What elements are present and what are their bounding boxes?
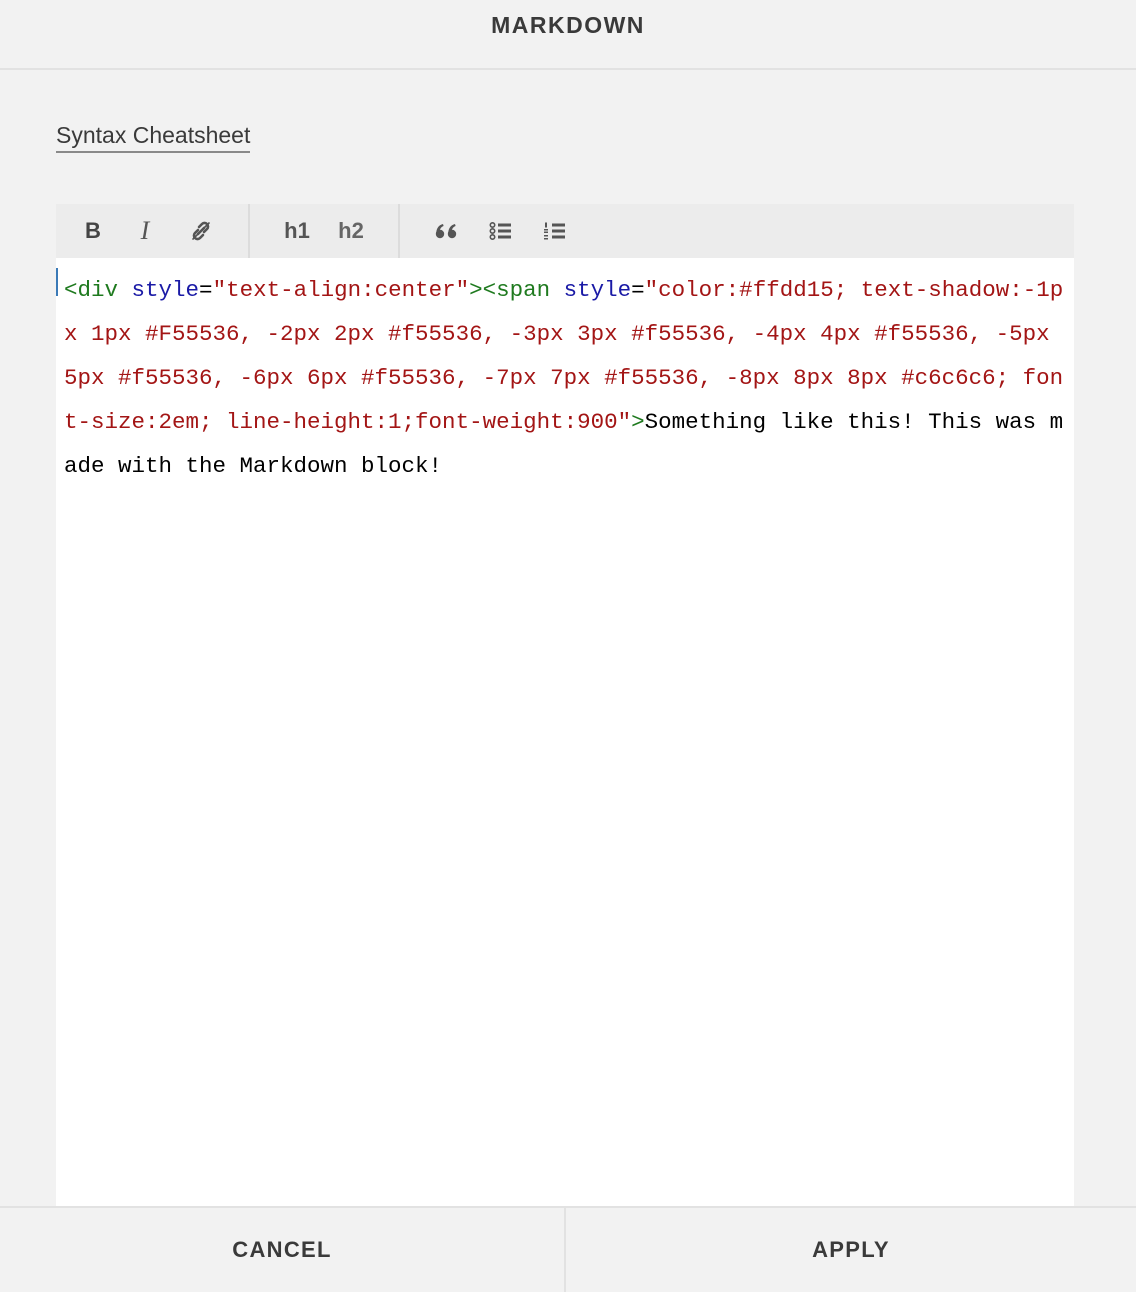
code-token-tag: ><span	[469, 277, 551, 303]
dialog-header: MARKDOWN	[0, 0, 1136, 70]
code-token-str: "text-align:center"	[212, 277, 470, 303]
toolbar-divider	[248, 204, 250, 258]
code-token-tag: >	[631, 409, 645, 435]
italic-icon: I	[140, 216, 150, 245]
cancel-button[interactable]: CANCEL	[0, 1208, 566, 1292]
syntax-cheatsheet-link[interactable]: Syntax Cheatsheet	[56, 122, 251, 153]
apply-button[interactable]: APPLY	[566, 1208, 1136, 1292]
numbered-list-icon	[544, 222, 565, 240]
bold-icon: B	[85, 218, 101, 243]
code-token-attr: style	[563, 277, 632, 303]
code-token-tag: <div	[64, 277, 119, 303]
quote-button[interactable]	[434, 214, 460, 248]
text-caret	[56, 268, 58, 296]
numbered-list-button[interactable]	[542, 214, 568, 248]
bold-button[interactable]: B	[82, 214, 104, 248]
dialog-footer: CANCEL APPLY	[0, 1206, 1136, 1292]
bulleted-list-button[interactable]	[488, 214, 514, 248]
h1-button[interactable]: h1	[282, 214, 312, 248]
toolbar-divider	[398, 204, 400, 258]
code-token-text: =	[631, 277, 645, 303]
italic-button[interactable]: I	[134, 214, 156, 248]
markdown-source-text[interactable]: <div style="text-align:center"><span sty…	[64, 268, 1066, 488]
h2-button[interactable]: h2	[335, 214, 367, 248]
h2-icon: h2	[338, 218, 364, 243]
markdown-editor[interactable]: <div style="text-align:center"><span sty…	[56, 258, 1074, 1208]
code-token-text: =	[199, 277, 213, 303]
h1-icon: h1	[284, 218, 310, 243]
code-token-attr: style	[131, 277, 200, 303]
dialog-title: MARKDOWN	[491, 11, 645, 38]
markdown-toolbar: B I h1 h2	[56, 204, 1074, 258]
link-icon	[192, 221, 210, 241]
quote-icon	[435, 224, 457, 239]
link-button[interactable]	[188, 214, 214, 248]
bulleted-list-icon	[489, 221, 511, 241]
